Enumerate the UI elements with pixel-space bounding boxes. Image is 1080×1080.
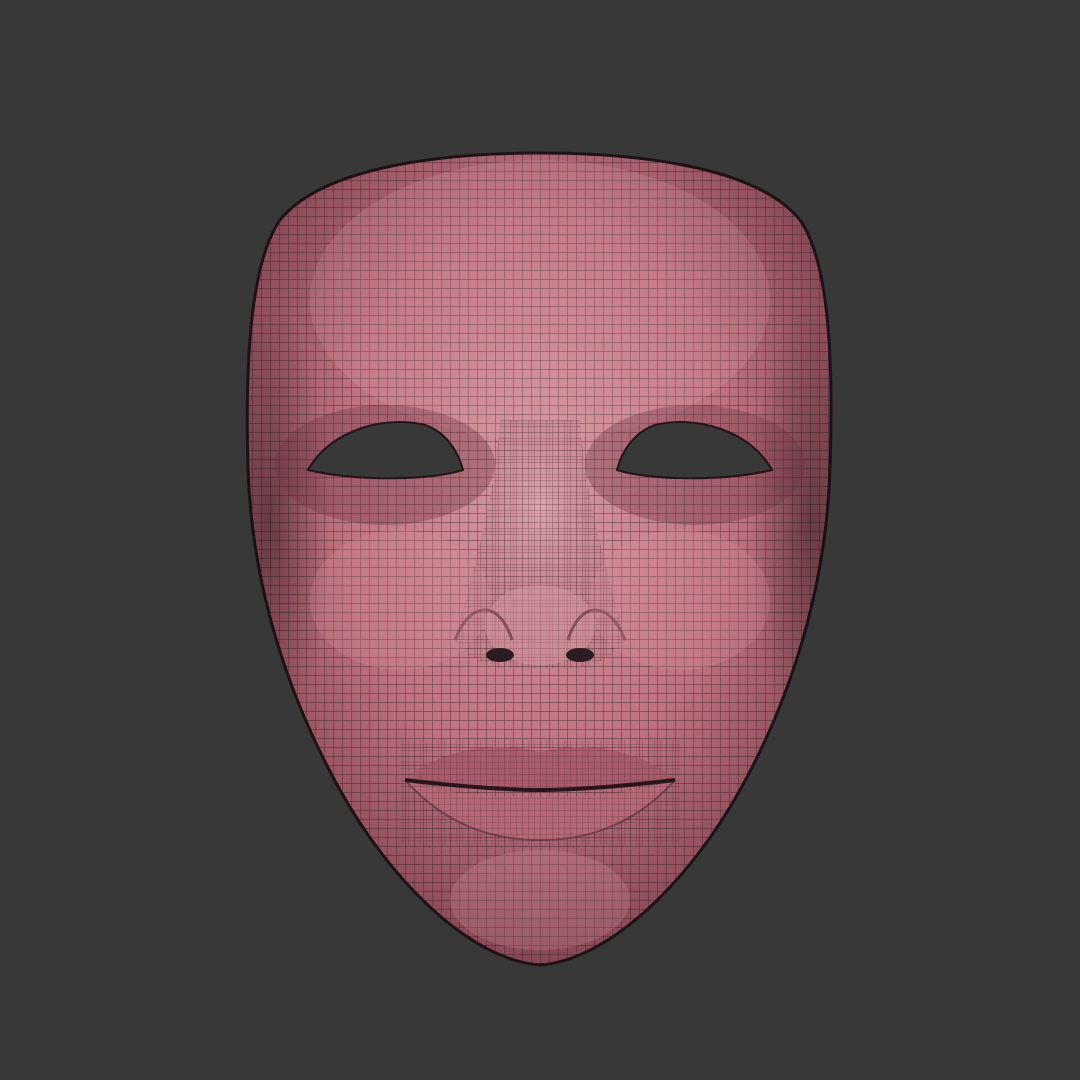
left-cheek-highlight [310, 530, 490, 670]
left-temple-shade [247, 300, 330, 740]
chin-highlight [450, 850, 630, 950]
viewport [0, 0, 1080, 1080]
right-temple-shade [750, 300, 832, 740]
mask-render [245, 151, 833, 967]
right-cheek-highlight [590, 530, 770, 670]
left-nostril [486, 648, 514, 662]
forehead-highlight [310, 160, 770, 440]
right-nostril [566, 648, 594, 662]
lips [400, 740, 680, 845]
